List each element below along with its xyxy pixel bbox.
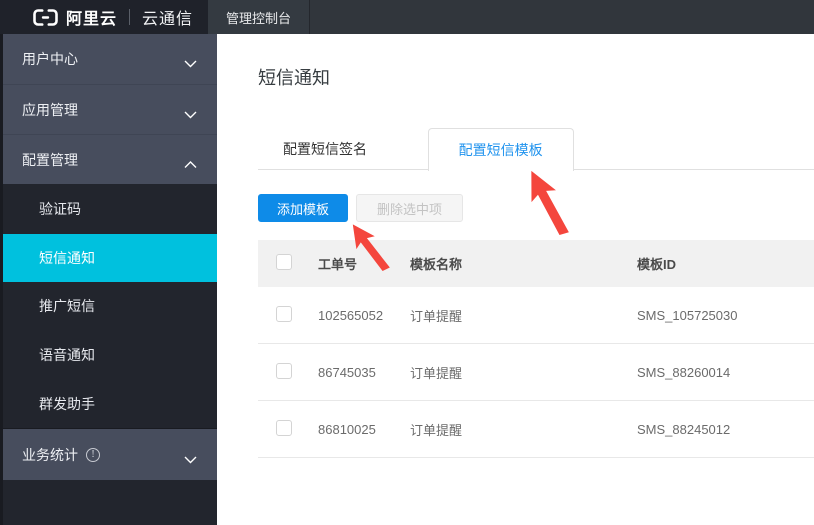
sidebar-item-business-stats[interactable]: 业务统计 ! — [3, 428, 217, 480]
sidebar-item-user-center[interactable]: 用户中心 — [3, 34, 217, 84]
submenu-item-verification-code[interactable]: 验证码 — [3, 185, 217, 234]
console-tab[interactable]: 管理控制台 — [208, 0, 310, 34]
tab-configure-sms-signature[interactable]: 配置短信签名 — [258, 128, 392, 170]
alicloud-bracket-logo-icon — [33, 9, 58, 26]
chevron-up-icon — [184, 156, 197, 172]
brand-logo-zone[interactable]: 阿里云 云通信 — [0, 0, 208, 34]
sidebar-item-app-management[interactable]: 应用管理 — [3, 84, 217, 134]
tab-bar: 配置短信签名 配置短信模板 — [258, 127, 814, 170]
template-id-cell: SMS_88260014 — [637, 365, 814, 380]
chevron-down-icon — [184, 451, 197, 467]
submenu-item-promo-sms[interactable]: 推广短信 — [3, 282, 217, 331]
tab-configure-sms-template[interactable]: 配置短信模板 — [428, 128, 574, 171]
template-name-cell: 订单提醒 — [410, 363, 637, 382]
template-id-cell: SMS_88245012 — [637, 422, 814, 437]
template-name-cell: 订单提醒 — [410, 306, 637, 325]
order-no-cell: 86810025 — [318, 422, 410, 437]
submenu-item-voice-notification[interactable]: 语音通知 — [3, 331, 217, 380]
sidebar-item-label: 用户中心 — [22, 49, 78, 69]
submenu-item-sms-notification[interactable]: 短信通知 — [3, 234, 217, 283]
info-icon: ! — [86, 448, 100, 462]
top-header: 阿里云 云通信 管理控制台 — [0, 0, 814, 34]
toolbar: 添加模板 删除选中项 — [258, 194, 814, 222]
submenu-item-mass-send-assistant[interactable]: 群发助手 — [3, 379, 217, 428]
column-header-template-name: 模板名称 — [410, 254, 637, 273]
product-name: 云通信 — [142, 5, 193, 29]
brand-separator — [129, 9, 130, 25]
chevron-down-icon — [184, 55, 197, 71]
row-checkbox[interactable] — [276, 363, 292, 379]
sidebar-item-label: 配置管理 — [22, 150, 78, 170]
sidebar-item-label: 应用管理 — [22, 100, 78, 120]
delete-selected-button[interactable]: 删除选中项 — [356, 194, 463, 222]
column-header-template-id: 模板ID — [637, 254, 814, 273]
brand-name: 阿里云 — [66, 5, 117, 29]
sidebar-top-group: 用户中心 应用管理 配置管理 — [3, 34, 217, 184]
sidebar: 用户中心 应用管理 配置管理 验证码 短信通知 推广短信 语音通知 群发助手 业… — [0, 34, 217, 525]
column-header-order-no: 工单号 — [318, 254, 410, 273]
table-row: 86810025 订单提醒 SMS_88245012 — [258, 401, 814, 458]
row-checkbox[interactable] — [276, 420, 292, 436]
chevron-down-icon — [184, 106, 197, 122]
main-content: 短信通知 配置短信签名 配置短信模板 添加模板 删除选中项 工单号 模板名称 模… — [217, 34, 814, 525]
add-template-button[interactable]: 添加模板 — [258, 194, 348, 222]
table-row: 102565052 订单提醒 SMS_105725030 — [258, 287, 814, 344]
template-table: 工单号 模板名称 模板ID 102565052 订单提醒 SMS_1057250… — [258, 240, 814, 458]
order-no-cell: 86745035 — [318, 365, 410, 380]
table-header-row: 工单号 模板名称 模板ID — [258, 240, 814, 287]
row-checkbox[interactable] — [276, 306, 292, 322]
page-title: 短信通知 — [258, 64, 814, 90]
select-all-checkbox[interactable] — [276, 254, 292, 270]
sidebar-submenu: 验证码 短信通知 推广短信 语音通知 群发助手 — [3, 185, 217, 428]
order-no-cell: 102565052 — [318, 308, 410, 323]
table-row: 86745035 订单提醒 SMS_88260014 — [258, 344, 814, 401]
sidebar-item-label: 业务统计 — [22, 445, 78, 465]
sidebar-item-config-management[interactable]: 配置管理 — [3, 134, 217, 184]
template-name-cell: 订单提醒 — [410, 420, 637, 439]
template-id-cell: SMS_105725030 — [637, 308, 814, 323]
